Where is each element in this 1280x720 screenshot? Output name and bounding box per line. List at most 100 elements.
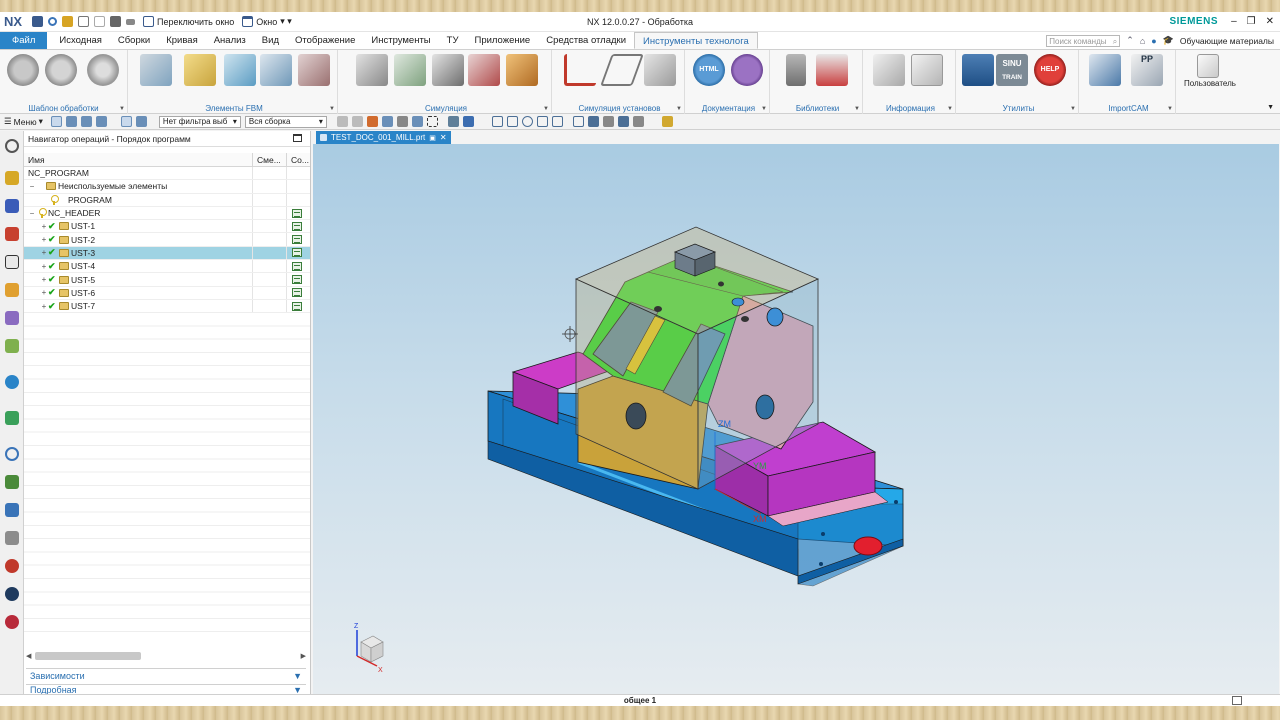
close-icon[interactable]: ✕ xyxy=(1266,16,1274,27)
history-icon[interactable] xyxy=(5,447,19,461)
fbm-feature-button[interactable] xyxy=(223,54,257,94)
process-studio-icon[interactable] xyxy=(5,503,19,517)
tab-curve[interactable]: Кривая xyxy=(158,32,206,49)
info-part-button[interactable] xyxy=(872,54,906,94)
teamcenter-icon[interactable] xyxy=(5,587,19,601)
lib-tool-button[interactable] xyxy=(779,54,813,94)
chevron-down-icon[interactable]: ▼ xyxy=(854,106,860,112)
tab-display[interactable]: Отображение xyxy=(287,32,363,49)
dependencies-panel[interactable]: Зависимости ▼ xyxy=(26,668,306,683)
tab-debug-tools[interactable]: Средства отладки xyxy=(538,32,634,49)
type-filter-dropdown[interactable]: Нет фильтра выб ▾ xyxy=(158,115,241,128)
navigator-horizontal-scrollbar[interactable]: ◀ ▶ xyxy=(26,651,306,661)
snap-intersection-icon[interactable] xyxy=(396,116,408,127)
select-all-icon[interactable] xyxy=(65,116,77,127)
window-menu-button[interactable]: Окно ▾ ▾ xyxy=(242,16,292,27)
assembly-navigator-icon[interactable] xyxy=(5,199,19,213)
switch-window-button[interactable]: Переключить окно xyxy=(143,16,234,27)
scrollbar-thumb[interactable] xyxy=(35,652,142,660)
info-measure-button[interactable] xyxy=(910,54,944,94)
snap-mid-icon[interactable] xyxy=(366,116,378,127)
palette-icon[interactable] xyxy=(5,411,19,425)
paste-icon[interactable] xyxy=(94,16,105,27)
tab-pmi[interactable]: ТУ xyxy=(439,32,467,49)
tree-row-ust-4[interactable]: + ✔ UST-4 xyxy=(24,260,310,274)
web-browser-icon[interactable] xyxy=(5,375,19,389)
setup-sim-fixture-button[interactable] xyxy=(643,54,677,94)
chevron-down-icon[interactable]: ▼ xyxy=(119,106,125,112)
part-file-tab[interactable]: TEST_DOC_001_MILL.prt ▣ ✕ xyxy=(316,131,451,144)
collapse-icon[interactable]: − xyxy=(28,182,36,191)
copy-icon[interactable] xyxy=(78,16,89,27)
sim-stock-button[interactable] xyxy=(505,54,539,94)
tab-analysis[interactable]: Анализ xyxy=(206,32,254,49)
expand-icon[interactable]: + xyxy=(40,288,48,297)
tab-technologist-tools[interactable]: Инструменты технолога xyxy=(634,32,758,49)
collapse-icon[interactable]: − xyxy=(28,209,36,218)
close-tab-icon[interactable]: ✕ xyxy=(440,133,447,142)
expand-icon[interactable]: + xyxy=(40,302,48,311)
expand-icon[interactable]: + xyxy=(40,222,48,231)
setup-sim-plane-button[interactable] xyxy=(600,54,644,94)
scroll-right-icon[interactable]: ▶ xyxy=(301,652,306,660)
minimize-icon[interactable]: – xyxy=(1231,16,1237,27)
chevron-down-icon[interactable]: ▼ xyxy=(1167,106,1173,112)
system-materials-icon[interactable] xyxy=(5,475,19,489)
select-icon[interactable] xyxy=(50,116,62,127)
rotate-icon[interactable] xyxy=(521,116,533,127)
details-panel[interactable]: Подробная ▼ xyxy=(26,684,306,695)
save-icon[interactable] xyxy=(32,16,43,27)
tree-row-program[interactable]: PROGRAM xyxy=(24,193,310,207)
manufacturing-wizard-icon[interactable] xyxy=(5,531,19,545)
settings-icon[interactable] xyxy=(5,139,19,153)
perspective-icon[interactable] xyxy=(551,116,563,127)
tab-assemblies[interactable]: Сборки xyxy=(110,32,158,49)
pin-icon[interactable]: ▣ xyxy=(429,134,436,142)
sim-stop-button[interactable] xyxy=(467,54,501,94)
chevron-down-icon[interactable]: ▼ xyxy=(947,106,953,112)
grid-icon[interactable] xyxy=(95,116,107,127)
tree-row-ust-5[interactable]: + ✔ UST-5 xyxy=(24,273,310,287)
main-menu-button[interactable]: ☰ Меню ▾ xyxy=(4,116,47,127)
util-screen-button[interactable] xyxy=(961,54,995,94)
layer-icon[interactable] xyxy=(572,116,584,127)
tree-row-nc-header[interactable]: − NC_HEADER xyxy=(24,206,310,221)
command-finder-icon[interactable] xyxy=(126,18,135,25)
expand-icon[interactable]: + xyxy=(40,262,48,271)
role-icon[interactable] xyxy=(5,559,19,573)
scrollbar-track[interactable] xyxy=(35,652,296,660)
machine-navigator-icon[interactable] xyxy=(5,283,19,297)
part-navigator-icon[interactable] xyxy=(5,171,19,185)
shaded-view-icon[interactable] xyxy=(462,116,474,127)
filter-icon[interactable] xyxy=(120,116,132,127)
command-search-input[interactable]: Поиск команды ⌕ xyxy=(1046,34,1121,47)
graphics-viewport[interactable]: ZM YM XM Z X xyxy=(313,144,1279,694)
tree-row-ust-7[interactable]: + ✔ UST-7 xyxy=(24,299,310,314)
tab-view[interactable]: Вид xyxy=(254,32,287,49)
reuse-library-icon[interactable] xyxy=(5,311,19,325)
expand-icon[interactable]: + xyxy=(40,275,48,284)
tree-row-unused[interactable]: − Неиспользуемые элементы xyxy=(24,180,310,194)
snap-center-icon[interactable] xyxy=(411,116,423,127)
column-status[interactable]: Со... xyxy=(287,153,309,166)
tree-row-ust-3[interactable]: + ✔ UST-3 xyxy=(24,246,310,261)
ribbon-options-icon[interactable]: ▼ xyxy=(1267,104,1274,111)
view-orient-icon[interactable] xyxy=(447,116,459,127)
fbm-find-button[interactable] xyxy=(139,54,173,94)
render-style-icon[interactable] xyxy=(587,116,599,127)
column-offset[interactable]: Сме... xyxy=(253,153,287,166)
help-icon[interactable]: ● xyxy=(1151,36,1156,46)
chevron-down-icon[interactable]: ▼ xyxy=(676,106,682,112)
template-create-button[interactable] xyxy=(6,54,40,94)
edge-style-icon[interactable] xyxy=(602,116,614,127)
home-icon[interactable]: ⌂ xyxy=(1140,36,1145,46)
tab-application[interactable]: Приложение xyxy=(466,32,538,49)
constraint-navigator-icon[interactable] xyxy=(5,227,19,241)
fit-icon[interactable] xyxy=(491,116,503,127)
pan-icon[interactable] xyxy=(536,116,548,127)
template-add-button[interactable] xyxy=(44,54,78,94)
fbm-edit-button[interactable] xyxy=(297,54,331,94)
box-select-icon[interactable] xyxy=(426,116,438,127)
snap-end-icon[interactable] xyxy=(351,116,363,127)
visual-reporting-icon[interactable] xyxy=(5,615,19,629)
